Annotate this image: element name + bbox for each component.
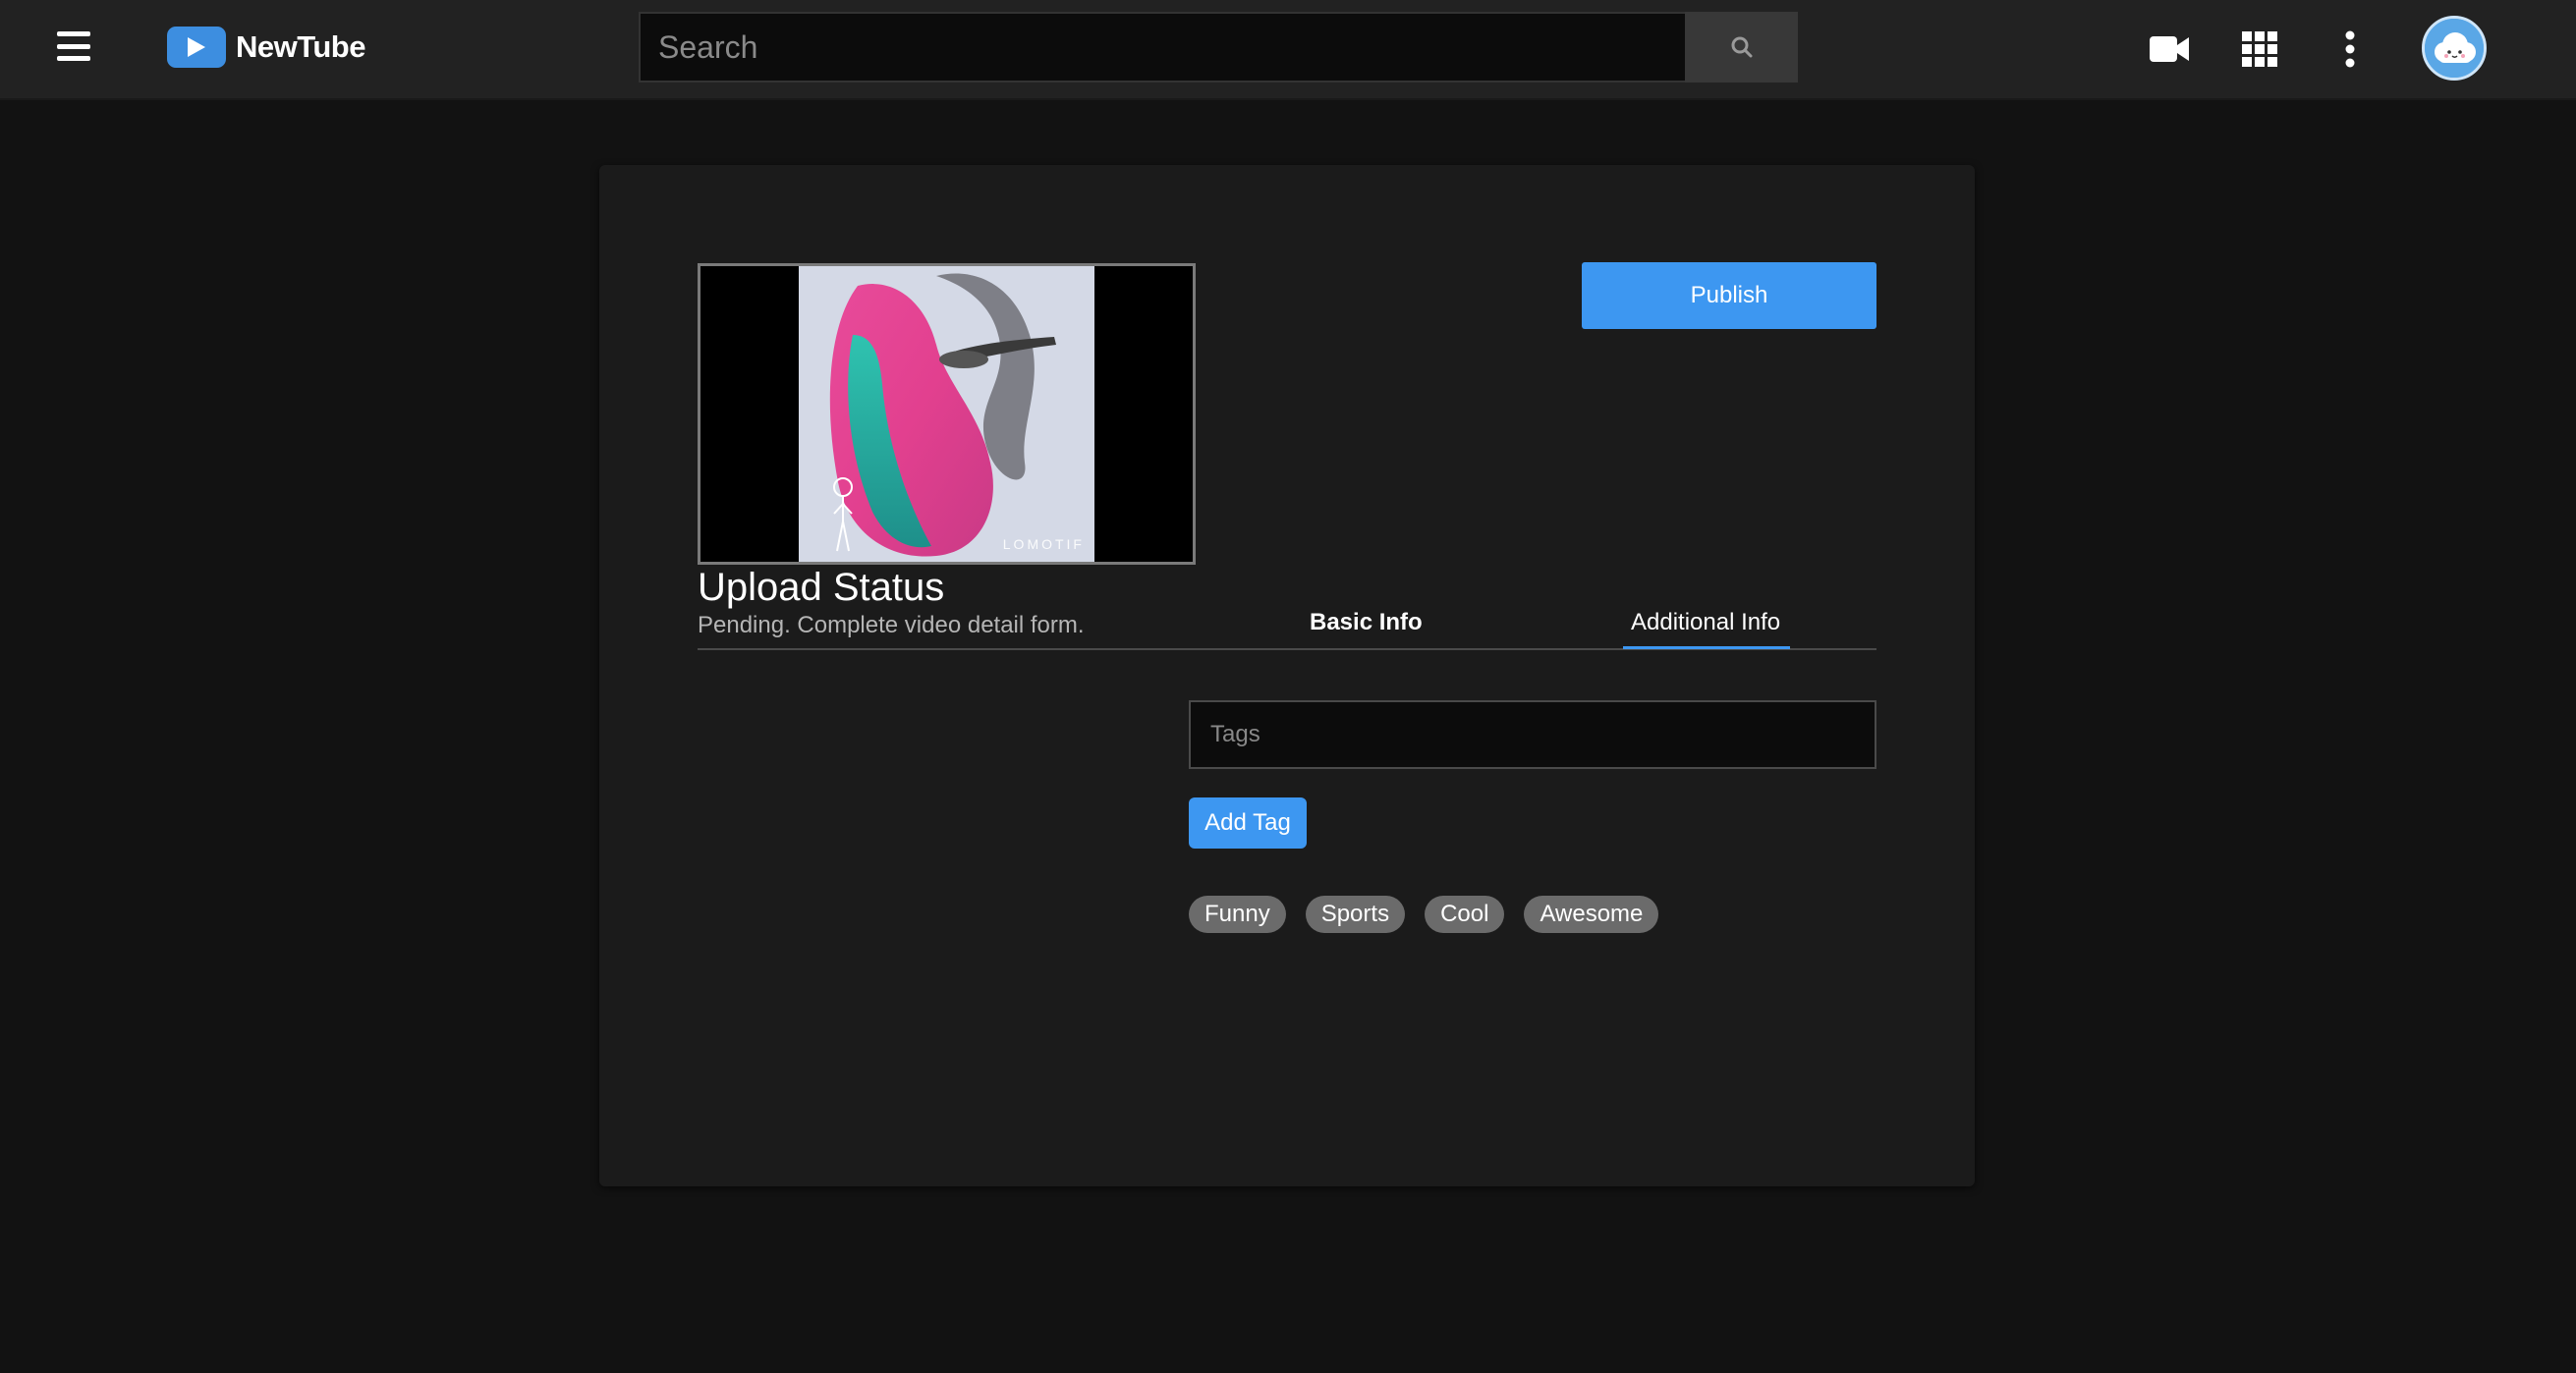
upload-status-text: Pending. Complete video detail form.	[698, 612, 1085, 638]
video-watermark: LOMOTIF	[1002, 536, 1085, 552]
upload-status-title: Upload Status	[698, 566, 945, 609]
play-logo-icon	[167, 27, 226, 68]
publish-button[interactable]: Publish	[1582, 262, 1876, 329]
tag-chip[interactable]: Funny	[1189, 896, 1286, 933]
tag-chip[interactable]: Awesome	[1524, 896, 1659, 933]
tab-additional-info[interactable]: Additional Info	[1631, 609, 1780, 636]
tag-chip[interactable]: Cool	[1425, 896, 1505, 933]
video-camera-icon[interactable]	[2142, 22, 2197, 77]
add-tag-button[interactable]: Add Tag	[1189, 797, 1307, 849]
tab-basic-info[interactable]: Basic Info	[1310, 609, 1423, 636]
search-bar	[639, 12, 1798, 82]
search-input[interactable]	[639, 12, 1685, 82]
tags-input[interactable]	[1189, 700, 1876, 769]
hamburger-menu-icon[interactable]	[57, 31, 90, 61]
upload-card: LOMOTIF Publish Upload Status Pending. C…	[599, 165, 1975, 1186]
apps-grid-icon[interactable]	[2232, 22, 2287, 77]
search-button[interactable]	[1685, 12, 1798, 82]
app-name: NewTube	[236, 29, 366, 64]
video-thumbnail: LOMOTIF	[799, 266, 1094, 562]
tag-chip-list: Funny Sports Cool Awesome	[1189, 896, 1659, 933]
more-vertical-icon[interactable]	[2323, 22, 2378, 77]
app-logo[interactable]: NewTube	[167, 27, 366, 68]
video-preview[interactable]: LOMOTIF	[698, 263, 1196, 565]
active-tab-indicator	[1623, 646, 1790, 649]
search-icon	[1731, 36, 1752, 58]
tag-chip[interactable]: Sports	[1305, 896, 1406, 933]
top-bar: NewTube	[0, 0, 2576, 100]
avatar-cloud-icon[interactable]	[2422, 16, 2487, 81]
